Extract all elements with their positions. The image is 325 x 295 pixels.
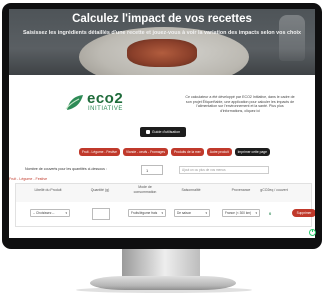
logo-eco-text: eco2 [87, 90, 124, 107]
product-select-value: -- Choisissez -- [33, 211, 55, 215]
user-guide-label: Guide d'utilisation [151, 130, 181, 134]
tag-fruit-legume[interactable]: Fruit - Légume - Festive [79, 148, 120, 156]
chevron-down-icon: ▾ [205, 211, 207, 215]
category-heading: Fruit - Légume - Festive [9, 177, 48, 181]
logo-initiative-text: INITIATIVE [88, 106, 123, 112]
header-quantity: Quantité (g) [90, 188, 110, 192]
user-guide-button[interactable]: Guide d'utilisation [140, 127, 186, 137]
monitor-stand-base [90, 276, 236, 290]
co2-score: 0 [269, 211, 272, 216]
season-select-value: De saison [177, 211, 192, 215]
category-tags: Fruit - Légume - Festive Viande - oeufs … [79, 148, 270, 156]
header-mode: Mode de consommation [133, 185, 157, 194]
page-title: Calculez l'impact de vos recettes [72, 13, 252, 25]
tag-produits-mer[interactable]: Produits de la mer [170, 148, 204, 156]
monitor-stand-neck [122, 249, 200, 277]
food-image [127, 39, 197, 67]
header-season: Saisonnalité [181, 188, 201, 192]
book-icon [145, 130, 150, 134]
chevron-down-icon: ▾ [161, 211, 163, 215]
eco2-logo: eco2 INITIATIVE [65, 90, 135, 116]
table-row: -- Choisissez -- ▾ Fruits/légume frais ▾… [16, 204, 315, 224]
ingredients-table: Libellé du Produit Quantité (g) Mode de … [15, 183, 315, 227]
table-header: Libellé du Produit Quantité (g) Mode de … [16, 184, 311, 202]
quantity-input[interactable] [92, 208, 110, 220]
chevron-down-icon: ▾ [65, 211, 67, 215]
origin-select[interactable]: France (< 300 km) ▾ [222, 209, 260, 217]
page-subtitle: Saisissez les ingrédients détaillés d'un… [22, 30, 302, 36]
search-input[interactable]: Ajout un ou plus de vos menus [179, 166, 269, 174]
header-product: Libellé du Produit [34, 188, 62, 192]
chevron-down-icon: ▾ [255, 211, 257, 215]
season-select[interactable]: De saison ▾ [174, 209, 210, 217]
tag-viande-oeufs[interactable]: Viande - oeufs - Fromages [123, 148, 168, 156]
mode-select[interactable]: Fruits/légume frais ▾ [128, 209, 166, 217]
leaf-icon [65, 95, 83, 110]
monitor-frame: Calculez l'impact de vos recettes Saisis… [2, 3, 322, 249]
delete-row-button[interactable]: Supprimer [292, 209, 315, 217]
covers-label: Nombre de couverts pour les quantités ci… [25, 167, 107, 171]
power-icon[interactable] [309, 229, 316, 236]
print-page-button[interactable]: Imprimer cette page [234, 148, 270, 156]
covers-input[interactable]: 1 [141, 165, 163, 175]
tag-autre-produit[interactable]: Autre produit [206, 148, 232, 156]
origin-select-value: France (< 300 km) [225, 211, 252, 215]
project-description: Ce calculateur a été développé par ECO2 … [185, 95, 295, 113]
header-score: gCO2eq / couvert [260, 188, 288, 192]
hero-banner: Calculez l'impact de vos recettes Saisis… [9, 9, 315, 75]
product-select[interactable]: -- Choisissez -- ▾ [30, 209, 70, 217]
screen: Calculez l'impact de vos recettes Saisis… [9, 9, 315, 238]
mode-select-value: Fruits/légume frais [131, 211, 158, 215]
